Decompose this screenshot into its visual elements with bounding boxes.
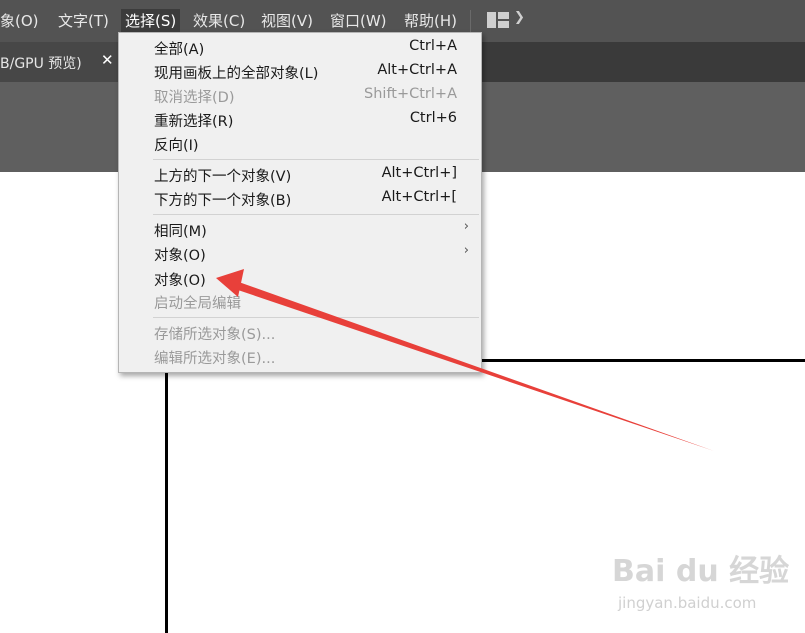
- menu-item-shortcut: Ctrl+A: [409, 38, 457, 54]
- menu-item-shortcut: Alt+Ctrl+]: [381, 165, 457, 181]
- menu-divider: [470, 10, 471, 32]
- artboard-left-edge: [165, 359, 168, 633]
- watermark-brand: Bai du 经验: [612, 554, 790, 589]
- menu-item-inverse[interactable]: 反向(I): [119, 132, 481, 156]
- chevron-right-icon: ›: [463, 219, 469, 234]
- menu-item-label: 取消选择(D): [154, 90, 235, 106]
- menu-item-label: 重新选择(R): [154, 114, 234, 130]
- menu-object[interactable]: 象(O): [0, 9, 39, 33]
- menu-item-label: 对象(O): [154, 273, 206, 289]
- menu-item-save-selection: 存储所选对象(S)...: [119, 321, 481, 345]
- watermark: Bai du 经验 jingyan.baidu.com: [612, 546, 790, 612]
- menu-item-label: 编辑所选对象(E)...: [154, 351, 276, 367]
- menu-window[interactable]: 窗口(W): [330, 9, 387, 33]
- close-icon[interactable]: ✕: [101, 51, 114, 69]
- menu-item-label: 存储所选对象(S)...: [154, 327, 276, 343]
- menu-item-shortcut: Ctrl+6: [409, 110, 457, 126]
- menu-item-next-object-above[interactable]: 上方的下一个对象(V) Alt+Ctrl+]: [119, 163, 481, 187]
- menu-item-object[interactable]: 对象(O): [119, 267, 481, 291]
- menu-help[interactable]: 帮助(H): [404, 9, 457, 33]
- menu-item-label: 下方的下一个对象(B): [154, 193, 292, 209]
- menu-item-label: 上方的下一个对象(V): [154, 169, 292, 185]
- menu-item-label: 全部(A): [154, 42, 205, 58]
- workspace-layout-icon[interactable]: [487, 12, 509, 28]
- menu-effect[interactable]: 效果(C): [193, 9, 245, 33]
- menu-select[interactable]: 选择(S): [121, 9, 181, 33]
- menu-item-shortcut: Alt+Ctrl+A: [377, 62, 457, 78]
- menu-item-label: 对象(O): [154, 248, 206, 264]
- menu-separator: [153, 159, 479, 160]
- menu-item-reselect[interactable]: 重新选择(R) Ctrl+6: [119, 108, 481, 132]
- menu-item-next-object-below[interactable]: 下方的下一个对象(B) Alt+Ctrl+[: [119, 187, 481, 211]
- watermark-url: jingyan.baidu.com: [618, 594, 757, 612]
- select-menu-dropdown: 全部(A) Ctrl+A 现用画板上的全部对象(L) Alt+Ctrl+A 取消…: [118, 32, 482, 373]
- document-tab-label: B/GPU 预览): [0, 56, 82, 72]
- menu-item-label: 反向(I): [154, 138, 199, 154]
- menu-item-label: 现用画板上的全部对象(L): [154, 66, 319, 82]
- menu-item-shortcut: Alt+Ctrl+[: [381, 189, 457, 205]
- menu-item-global-edit: 启动全局编辑: [119, 290, 481, 314]
- menu-item-object-submenu[interactable]: 对象(O) ›: [119, 242, 481, 266]
- menu-separator: [153, 317, 479, 318]
- document-tab[interactable]: B/GPU 预览) ✕: [0, 42, 118, 82]
- menu-item-deselect: 取消选择(D) Shift+Ctrl+A: [119, 84, 481, 108]
- menu-item-shortcut: Shift+Ctrl+A: [364, 86, 457, 102]
- menu-item-select-all[interactable]: 全部(A) Ctrl+A: [119, 36, 481, 60]
- menu-item-label: 启动全局编辑: [154, 296, 241, 312]
- menu-item-same[interactable]: 相同(M) ›: [119, 218, 481, 242]
- menu-type[interactable]: 文字(T): [58, 9, 109, 33]
- menu-view[interactable]: 视图(V): [261, 9, 313, 33]
- chevron-down-icon[interactable]: ❯: [514, 10, 525, 25]
- menu-item-label: 相同(M): [154, 224, 207, 240]
- menu-item-edit-selection: 编辑所选对象(E)...: [119, 345, 481, 369]
- menu-separator: [153, 214, 479, 215]
- chevron-right-icon: ›: [463, 243, 469, 258]
- menu-item-all-on-artboard[interactable]: 现用画板上的全部对象(L) Alt+Ctrl+A: [119, 60, 481, 84]
